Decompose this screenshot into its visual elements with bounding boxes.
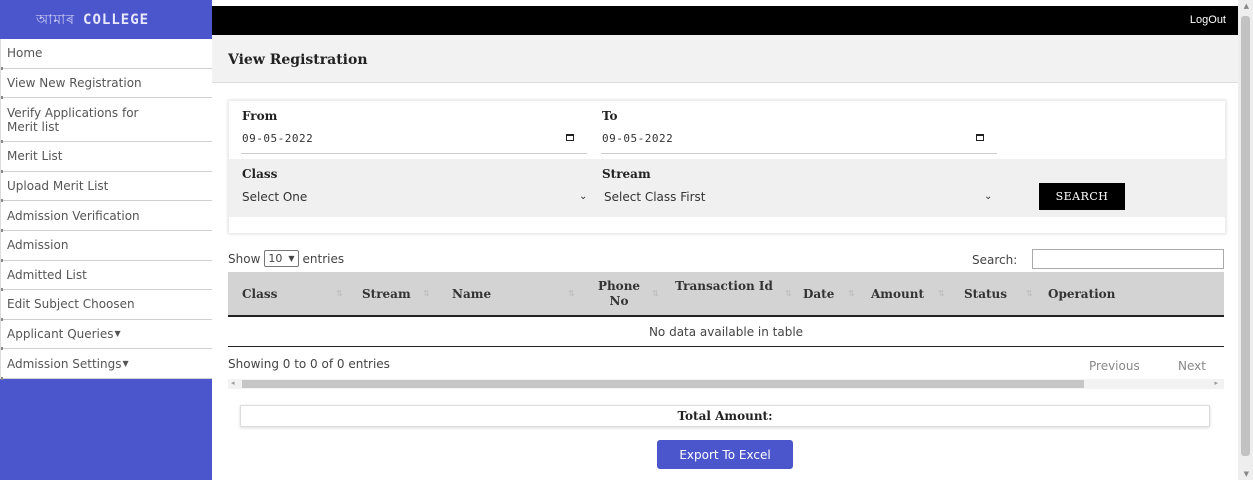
sort-icon: ⇅ [568,289,575,298]
scroll-up-icon[interactable]: ▲ [1244,2,1249,10]
column-header-stream[interactable]: Stream [362,287,411,302]
sidebar-item-label: Verify Applications for Merit list [7,105,139,134]
horizontal-scroll-thumb[interactable] [242,380,1084,388]
sidebar-item-admission-verification[interactable]: Admission Verification [0,201,212,232]
column-header-transaction-id[interactable]: Transaction Id [674,279,774,294]
class-label: Class [242,167,278,181]
to-date-input[interactable]: 09-05-2022 [602,132,673,145]
class-select[interactable]: Select One [242,190,307,204]
table-empty-row: No data available in table [228,317,1224,347]
topbar: LogOut [212,6,1238,35]
filter-card: From 09-05-2022 To 09-05-2022 Class Sele… [228,100,1226,234]
sort-icon: ⇅ [336,289,343,298]
show-label: Show [228,251,261,266]
sidebar-item-label: Merit List [7,149,63,164]
table-search-label: Search: [972,253,1018,267]
chevron-down-icon: ▼ [288,254,295,263]
sort-icon: ⇅ [423,289,430,298]
sidebar-item-applicant-queries[interactable]: Applicant Queries ▼ [0,319,212,350]
table-header: Class ⇅ Stream ⇅ Name ⇅ Phone No ⇅ Trans… [228,272,1224,317]
from-date-input[interactable]: 09-05-2022 [242,132,313,145]
column-header-phone-no[interactable]: Phone No [594,279,644,309]
page-title: View Registration [228,52,368,68]
sidebar-item-label: Admitted List [7,267,87,282]
sidebar-item-home[interactable]: Home [0,39,212,70]
column-header-operation[interactable]: Operation [1048,287,1115,302]
vertical-scroll-thumb[interactable] [1241,16,1250,456]
column-header-status[interactable]: Status [964,287,1007,302]
total-amount: Total Amount: [240,405,1210,427]
sort-icon: ⇅ [848,289,855,298]
export-to-excel-button[interactable]: Export To Excel [657,440,793,469]
from-underline [241,153,587,154]
to-label: To [602,109,618,123]
scroll-left-icon[interactable]: ◂ [231,379,235,387]
column-header-class[interactable]: Class [242,287,277,302]
logout-link[interactable]: LogOut [1190,14,1226,26]
sidebar-item-merit-list[interactable]: Merit List [0,142,212,173]
calendar-icon[interactable] [566,134,574,141]
table-search-input[interactable] [1032,249,1224,269]
brand-logo[interactable]: আমাৰ COLLEGE [0,0,212,39]
stream-select[interactable]: Select Class First [604,190,705,204]
sidebar-item-label: Home [7,46,43,61]
sidebar-item-admitted-list[interactable]: Admitted List [0,260,212,291]
column-header-date[interactable]: Date [803,287,834,302]
brand-prefix: আমাৰ [36,11,76,28]
sidebar-item-label: Applicant Queries [7,327,114,342]
sidebar-item-admission-settings[interactable]: Admission Settings ▼ [0,349,212,380]
sidebar-menu: Home View New Registration Verify Applic… [0,39,212,380]
sidebar-item-view-new-registration[interactable]: View New Registration [0,68,212,99]
scroll-right-icon[interactable]: ▸ [1214,379,1218,387]
length-control: Show 10 ▼ entries [228,250,344,267]
sidebar-item-label: Edit Subject Choosen [7,297,135,312]
stream-label: Stream [602,167,651,181]
sidebar-item-label: Upload Merit List [7,179,109,194]
column-header-amount[interactable]: Amount [871,287,924,302]
column-header-name[interactable]: Name [452,287,491,302]
sidebar-item-label: View New Registration [7,75,142,90]
sort-icon: ⇅ [938,289,945,298]
sidebar-item-admission[interactable]: Admission [0,230,212,262]
chevron-down-icon: ⌄ [984,191,993,202]
sidebar: আমাৰ COLLEGE Home View New Registration … [0,0,212,480]
horizontal-scrollbar[interactable]: ◂ ▸ [228,379,1224,389]
sidebar-item-label: Admission [7,238,69,253]
table-info: Showing 0 to 0 of 0 entries [228,357,390,371]
sidebar-item-label: Admission Settings [7,356,122,371]
sidebar-item-upload-merit-list[interactable]: Upload Merit List [0,171,212,202]
entries-length-value: 10 [268,252,283,265]
sidebar-item-label: Admission Verification [7,208,140,223]
sidebar-item-verify-applications[interactable]: Verify Applications for Merit list [0,98,212,144]
caret-down-icon: ▼ [122,358,129,368]
to-underline [601,153,997,154]
vertical-scrollbar[interactable]: ▲ ▼ [1238,0,1253,480]
brand-name: COLLEGE [83,11,150,28]
chevron-down-icon: ⌄ [579,191,588,202]
scroll-down-icon[interactable]: ▼ [1244,470,1249,478]
pagination-previous[interactable]: Previous [1089,359,1140,373]
from-label: From [242,109,278,123]
caret-down-icon: ▼ [114,329,121,339]
pagination-next[interactable]: Next [1178,359,1206,373]
sidebar-item-edit-subject-choosen[interactable]: Edit Subject Choosen [0,290,212,321]
search-button[interactable]: SEARCH [1039,183,1125,210]
calendar-icon[interactable] [976,134,984,141]
entries-label: entries [302,251,345,266]
entries-length-select[interactable]: 10 ▼ [264,250,299,267]
page-header: View Registration [212,35,1238,83]
sort-icon: ⇅ [785,289,792,298]
sort-icon: ⇅ [652,289,659,298]
sort-icon: ⇅ [1026,289,1033,298]
